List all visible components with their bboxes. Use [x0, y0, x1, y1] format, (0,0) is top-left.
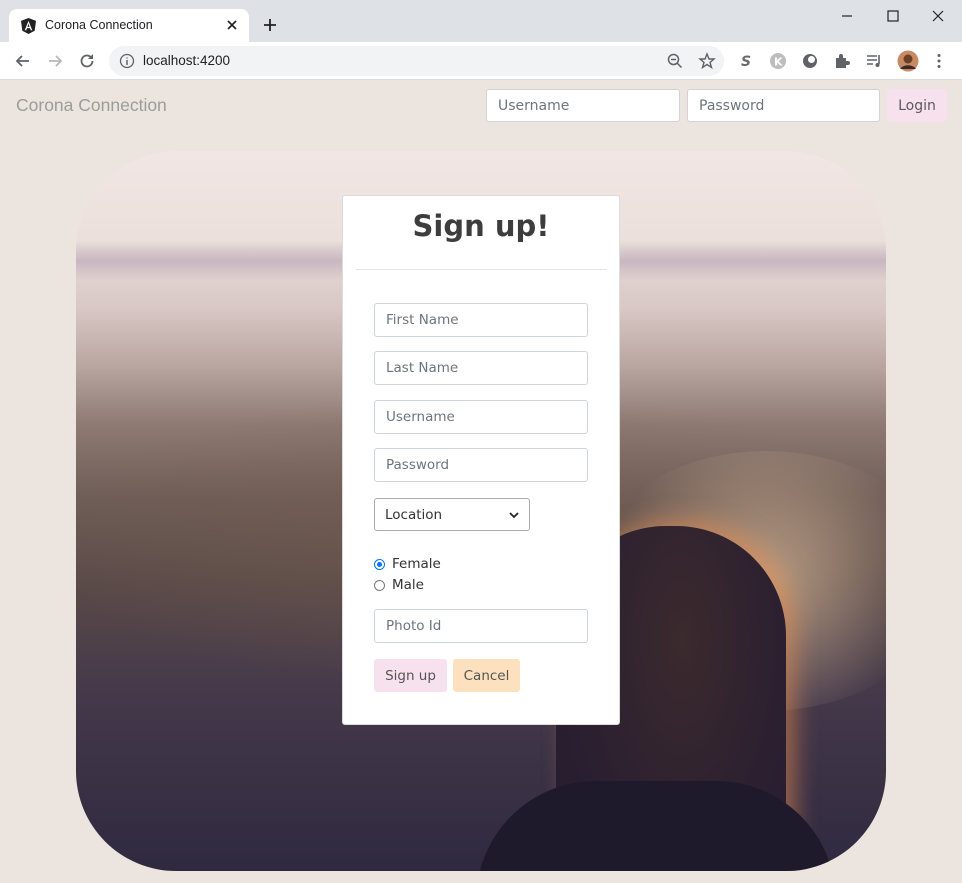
url-text: localhost:4200	[143, 53, 231, 68]
extension-s-icon[interactable]: S	[737, 52, 755, 70]
navbar-username-input[interactable]	[486, 89, 680, 122]
radio-male-indicator[interactable]	[374, 579, 385, 591]
close-tab-icon[interactable]	[225, 18, 239, 32]
back-arrow-icon[interactable]	[13, 51, 33, 71]
menu-kebab-icon[interactable]	[930, 52, 948, 70]
gender-radio-female[interactable]: Female	[374, 556, 441, 572]
maximize-icon[interactable]	[885, 8, 901, 24]
navbar-password-input[interactable]	[687, 89, 880, 122]
svg-text:K: K	[774, 56, 783, 69]
angular-logo-icon	[21, 18, 36, 34]
brand-link[interactable]: Corona Connection	[16, 95, 167, 116]
browser-titlebar: Corona Connection	[0, 0, 962, 42]
signup-button[interactable]: Sign up	[374, 659, 447, 692]
svg-text:S: S	[741, 54, 751, 70]
chevron-down-icon	[509, 511, 519, 518]
last-name-input[interactable]	[374, 351, 588, 385]
login-button[interactable]: Login	[887, 89, 947, 122]
gender-radio-male[interactable]: Male	[374, 577, 424, 593]
new-tab-icon[interactable]	[262, 17, 278, 33]
signup-title: Sign up!	[412, 209, 550, 243]
info-icon[interactable]	[119, 53, 135, 69]
address-bar[interactable]: localhost:4200	[109, 46, 724, 76]
first-name-input[interactable]	[374, 303, 588, 337]
password-input[interactable]	[374, 448, 588, 482]
cancel-button[interactable]: Cancel	[453, 659, 520, 692]
zoom-icon[interactable]	[666, 52, 684, 70]
tab-title: Corona Connection	[45, 18, 153, 32]
radio-female-indicator[interactable]	[374, 558, 385, 570]
signup-card: Sign up! Location Female Male Sign up Ca…	[342, 195, 620, 725]
bookmark-star-icon[interactable]	[698, 52, 716, 70]
photo-id-input[interactable]	[374, 609, 588, 643]
extension-k-icon[interactable]: K	[769, 52, 787, 70]
extension-circle-icon[interactable]	[801, 52, 819, 70]
extensions-puzzle-icon[interactable]	[833, 52, 851, 70]
minimize-icon[interactable]	[839, 8, 855, 24]
profile-avatar-icon[interactable]	[897, 50, 919, 72]
username-input[interactable]	[374, 400, 588, 434]
browser-toolbar: localhost:4200 S K	[0, 42, 962, 80]
reload-icon[interactable]	[77, 51, 97, 71]
radio-female-label: Female	[392, 556, 441, 572]
radio-male-label: Male	[392, 577, 424, 593]
location-select[interactable]: Location	[374, 498, 530, 531]
forward-arrow-icon[interactable]	[45, 51, 65, 71]
close-window-icon[interactable]	[930, 8, 946, 24]
location-select-value: Location	[385, 506, 443, 523]
media-queue-icon[interactable]	[865, 52, 883, 70]
browser-tab[interactable]: Corona Connection	[9, 9, 249, 42]
signup-divider	[356, 269, 607, 270]
